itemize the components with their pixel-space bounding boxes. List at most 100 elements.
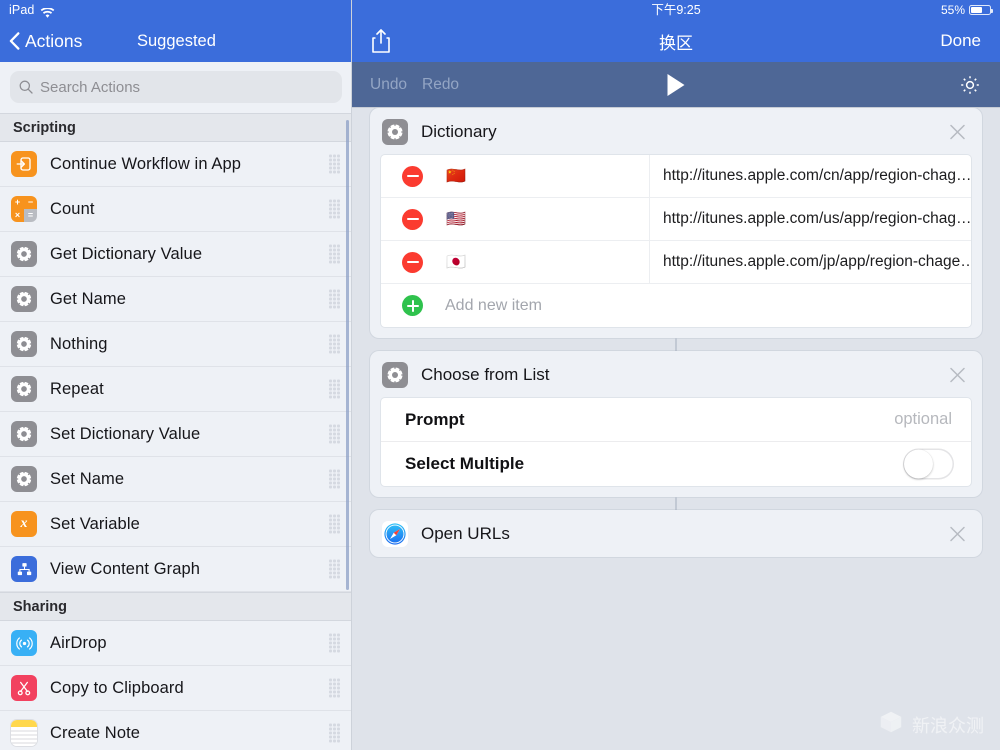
- drag-handle-icon[interactable]: [329, 154, 340, 174]
- sidebar-item-label: Create Note: [50, 723, 141, 742]
- search-input[interactable]: Search Actions: [10, 71, 342, 103]
- battery-icon: [969, 5, 993, 15]
- gear-icon[interactable]: [958, 73, 982, 97]
- plus-circle-icon[interactable]: [402, 295, 423, 316]
- sidebar-item-get-dictionary-value[interactable]: Get Dictionary Value: [0, 232, 352, 277]
- card-header: Choose from List: [370, 351, 982, 398]
- gear-icon: [11, 466, 37, 492]
- close-icon[interactable]: [949, 525, 966, 542]
- sidebar-item-label: AirDrop: [50, 633, 107, 652]
- drag-handle-icon[interactable]: [329, 199, 340, 219]
- drag-handle-icon[interactable]: [329, 559, 340, 579]
- drag-handle-icon[interactable]: [329, 424, 340, 444]
- minus-circle-icon[interactable]: [402, 208, 423, 230]
- action-card-choose-from-list[interactable]: Choose from List Prompt optional Select …: [370, 351, 982, 497]
- sidebar-status-bar: iPad: [0, 0, 352, 20]
- close-icon[interactable]: [949, 366, 966, 383]
- search-placeholder: Search Actions: [40, 78, 141, 96]
- sidebar-navbar: Actions Suggested: [0, 20, 352, 62]
- action-card-open-urls[interactable]: Open URLs: [370, 510, 982, 557]
- sidebar-item-label: View Content Graph: [50, 559, 201, 578]
- sidebar-scrollbar[interactable]: [346, 120, 349, 590]
- sidebar-item-create-note[interactable]: Create Note: [0, 711, 352, 750]
- notes-icon: [11, 720, 37, 746]
- sidebar-item-view-content-graph[interactable]: View Content Graph: [0, 547, 352, 592]
- dictionary-key[interactable]: 🇯🇵: [446, 252, 466, 272]
- sidebar-item-set-name[interactable]: Set Name: [0, 457, 352, 502]
- drag-handle-icon[interactable]: [329, 678, 340, 698]
- actions-list[interactable]: Scripting Continue Workflow in App + − × = Cou…: [0, 113, 352, 750]
- dictionary-value[interactable]: http://itunes.apple.com/jp/app/region-ch…: [663, 253, 971, 271]
- gear-icon: [11, 331, 37, 357]
- prompt-field-placeholder: optional: [894, 410, 952, 428]
- sidebar-item-count[interactable]: + − × = Count: [0, 187, 352, 232]
- scissors-icon: [11, 675, 37, 701]
- sidebar-item-label: Set Name: [50, 469, 125, 488]
- card-title: Choose from List: [421, 364, 550, 384]
- sidebar-item-continue-workflow-in-app[interactable]: Continue Workflow in App: [0, 142, 352, 187]
- calculator-icon: + − × =: [11, 196, 37, 222]
- sidebar-item-nothing[interactable]: Nothing: [0, 322, 352, 367]
- back-button-label: Actions: [25, 30, 83, 51]
- minus-circle-icon[interactable]: [402, 165, 423, 187]
- card-header: Open URLs: [370, 510, 982, 557]
- dictionary-key[interactable]: 🇨🇳: [446, 166, 466, 186]
- airdrop-icon: [11, 630, 37, 656]
- sidebar-item-label: Continue Workflow in App: [50, 154, 242, 173]
- table-row[interactable]: 🇨🇳 http://itunes.apple.com/cn/app/region…: [381, 155, 971, 198]
- dictionary-value[interactable]: http://itunes.apple.com/us/app/region-ch…: [663, 210, 971, 228]
- sidebar-item-label: Count: [50, 199, 95, 218]
- watermark-text: 新浪众测: [912, 715, 984, 737]
- card-connector: [675, 497, 677, 510]
- sidebar-item-set-variable[interactable]: x Set Variable: [0, 502, 352, 547]
- sidebar-item-label: Nothing: [50, 334, 108, 353]
- gear-icon: [11, 376, 37, 402]
- close-icon[interactable]: [949, 123, 966, 140]
- undo-button[interactable]: Undo: [370, 76, 407, 94]
- chevron-left-icon: [9, 32, 20, 50]
- back-to-actions-button[interactable]: Actions: [0, 31, 82, 52]
- sidebar-item-label: Get Dictionary Value: [50, 244, 203, 263]
- sidebar-item-set-dictionary-value[interactable]: Set Dictionary Value: [0, 412, 352, 457]
- sidebar-item-copy-to-clipboard[interactable]: Copy to Clipboard: [0, 666, 352, 711]
- gear-icon: [11, 421, 37, 447]
- dictionary-value[interactable]: http://itunes.apple.com/cn/app/region-ch…: [663, 167, 971, 185]
- add-new-item-row[interactable]: Add new item: [381, 284, 971, 327]
- sidebar-item-label: Repeat: [50, 379, 104, 398]
- drag-handle-icon[interactable]: [329, 633, 340, 653]
- battery-percent-label: 55%: [940, 3, 965, 17]
- select-multiple-toggle[interactable]: [903, 448, 954, 480]
- sidebar-item-label: Get Name: [50, 289, 126, 308]
- table-row[interactable]: 🇯🇵 http://itunes.apple.com/jp/app/region…: [381, 241, 971, 284]
- card-title: Open URLs: [421, 523, 510, 543]
- sidebar-item-airdrop[interactable]: AirDrop: [0, 621, 352, 666]
- redo-button[interactable]: Redo: [422, 76, 459, 94]
- table-row[interactable]: 🇺🇸 http://itunes.apple.com/us/app/region…: [381, 198, 971, 241]
- device-name: iPad: [9, 3, 35, 17]
- drag-handle-icon[interactable]: [329, 723, 340, 743]
- cube-logo-icon: [878, 709, 904, 740]
- drag-handle-icon[interactable]: [329, 244, 340, 264]
- drag-handle-icon[interactable]: [329, 469, 340, 489]
- drag-handle-icon[interactable]: [329, 514, 340, 534]
- action-card-dictionary[interactable]: Dictionary 🇨🇳 http://itunes.apple.com/cn…: [370, 108, 982, 338]
- drag-handle-icon[interactable]: [329, 289, 340, 309]
- section-header: Sharing: [0, 592, 352, 621]
- continue-workflow-icon: [11, 151, 37, 177]
- done-button[interactable]: Done: [940, 31, 981, 51]
- drag-handle-icon[interactable]: [329, 334, 340, 354]
- sidebar-item-repeat[interactable]: Repeat: [0, 367, 352, 412]
- minus-circle-icon[interactable]: [402, 251, 423, 273]
- variable-x-icon: x: [11, 511, 37, 537]
- dictionary-rows: 🇨🇳 http://itunes.apple.com/cn/app/region…: [381, 155, 971, 327]
- drag-handle-icon[interactable]: [329, 379, 340, 399]
- property-label: Prompt: [405, 409, 465, 429]
- dictionary-key[interactable]: 🇺🇸: [446, 209, 466, 229]
- sidebar-item-get-name[interactable]: Get Name: [0, 277, 352, 322]
- play-icon[interactable]: [667, 73, 685, 96]
- property-row-prompt[interactable]: Prompt optional: [381, 398, 971, 442]
- section-header: Scripting: [0, 113, 352, 142]
- property-row-select-multiple[interactable]: Select Multiple: [381, 442, 971, 486]
- gear-icon: [11, 241, 37, 267]
- ipad-screen: iPad Actions Suggested Search Actions Sc…: [0, 0, 1000, 750]
